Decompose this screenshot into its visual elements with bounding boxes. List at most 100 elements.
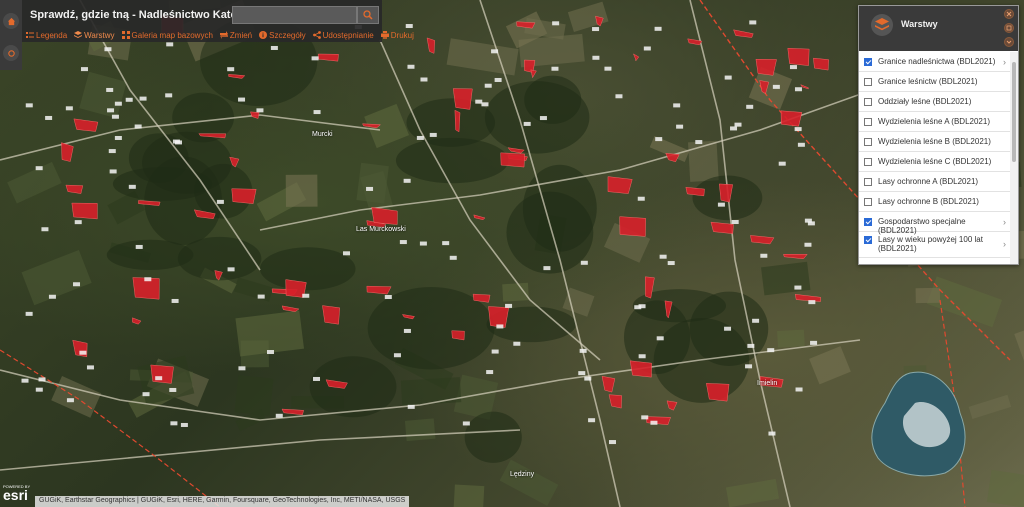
layer-checkbox[interactable]: [864, 78, 872, 86]
stand-marker: [615, 94, 623, 99]
basemap-gallery-icon: [121, 31, 130, 39]
layers-panel-title: Warstwy: [901, 19, 938, 29]
stand-marker: [238, 366, 246, 371]
field-patch: [777, 329, 805, 348]
stand-marker: [366, 186, 374, 191]
layer-checkbox[interactable]: [864, 118, 872, 126]
stand-marker: [166, 42, 174, 47]
stand-marker: [643, 46, 651, 51]
layer-item[interactable]: Gospodarstwo specjalne (BDL2021) ›: [859, 212, 1010, 235]
logging-area: [787, 47, 810, 66]
layers-button[interactable]: Warstwy: [74, 31, 115, 40]
layer-checkbox[interactable]: [864, 158, 872, 166]
legend-label: Legenda: [36, 30, 68, 40]
details-button[interactable]: Szczegóły: [259, 31, 306, 40]
stand-marker: [724, 326, 732, 331]
stand-marker: [491, 49, 499, 54]
field-patch: [234, 375, 274, 416]
logging-area: [780, 110, 803, 127]
logging-area: [710, 221, 734, 234]
stand-marker: [142, 392, 150, 397]
layer-checkbox[interactable]: [864, 218, 872, 226]
basemap-gallery-button[interactable]: Galeria map bazowych: [121, 31, 213, 40]
logging-area: [783, 253, 808, 260]
layer-item[interactable]: Granice leśnictw (BDL2021): [859, 72, 1010, 92]
legend-button[interactable]: Legenda: [26, 31, 67, 40]
share-icon: [312, 31, 321, 39]
search-input[interactable]: [232, 6, 357, 24]
share-button[interactable]: Udostępnianie: [312, 31, 374, 40]
place-label-murcki: Murcki: [312, 131, 333, 138]
stand-marker: [108, 149, 116, 154]
logging-area: [366, 285, 392, 295]
stand-marker: [125, 97, 133, 102]
chevron-right-icon[interactable]: ›: [1003, 239, 1006, 249]
stand-marker: [539, 116, 547, 121]
field-patch: [51, 375, 102, 418]
layer-item[interactable]: Lasy w wieku powyżej 100 lat (BDL2021) ›: [859, 232, 1010, 258]
layer-item[interactable]: Lasy ochronne B (BDL2021): [859, 192, 1010, 212]
layer-checkbox[interactable]: [864, 138, 872, 146]
print-button[interactable]: Drukuj: [380, 30, 414, 40]
chevron-right-icon[interactable]: ›: [1003, 217, 1006, 227]
chevron-right-icon[interactable]: ›: [1003, 57, 1006, 67]
print-label: Drukuj: [390, 30, 414, 40]
logging-area: [500, 152, 525, 168]
stand-marker: [74, 220, 82, 225]
layer-checkbox[interactable]: [864, 178, 872, 186]
stand-marker: [484, 83, 492, 88]
layer-list-scrollbar[interactable]: [1010, 52, 1018, 264]
layer-item[interactable]: Wydzielenia leśne C (BDL2021): [859, 152, 1010, 172]
stand-marker: [144, 277, 152, 282]
stand-marker: [475, 99, 483, 104]
panel-close-button[interactable]: [1004, 9, 1014, 19]
layer-item[interactable]: Wydzielenia leśne A (BDL2021): [859, 112, 1010, 132]
swap-button[interactable]: Zmień: [219, 31, 252, 40]
left-rail: [0, 0, 22, 70]
stand-marker: [695, 140, 703, 145]
panel-maximize-button[interactable]: [1004, 23, 1014, 33]
stand-marker: [442, 241, 450, 246]
layer-checkbox[interactable]: [864, 198, 872, 206]
stand-marker: [41, 227, 49, 232]
stand-marker: [25, 311, 33, 316]
logging-area: [150, 364, 174, 384]
layer-item[interactable]: Oddziały leśne (BDL2021): [859, 92, 1010, 112]
stand-marker: [104, 47, 112, 52]
stand-marker: [543, 266, 551, 271]
stand-marker: [238, 97, 246, 102]
logging-area: [794, 294, 821, 302]
logging-area: [250, 111, 260, 119]
panel-collapse-button[interactable]: [1004, 37, 1014, 47]
layer-item[interactable]: Wydzielenia leśne B (BDL2021): [859, 132, 1010, 152]
layer-item[interactable]: Granice nadleśnictwa (BDL2021) ›: [859, 52, 1010, 72]
logging-area: [281, 305, 300, 312]
layer-item[interactable]: Lasy ochronne A (BDL2021): [859, 172, 1010, 192]
stand-marker: [794, 127, 802, 132]
scrollbar-thumb[interactable]: [1012, 62, 1016, 162]
locate-button[interactable]: [3, 45, 19, 61]
home-button[interactable]: [3, 13, 19, 29]
stand-marker: [584, 376, 592, 381]
stand-marker: [650, 420, 658, 425]
layer-checkbox[interactable]: [864, 98, 872, 106]
layer-checkbox[interactable]: [864, 236, 872, 244]
stand-marker: [86, 365, 94, 370]
stand-marker: [795, 387, 803, 392]
stand-marker: [481, 102, 489, 107]
close-icon: [1006, 11, 1012, 17]
search-button[interactable]: [357, 6, 379, 24]
stand-marker: [403, 328, 411, 333]
logging-area: [619, 216, 646, 237]
stand-marker: [21, 378, 29, 383]
stand-marker: [551, 66, 559, 71]
logging-area: [666, 400, 678, 411]
stand-marker: [608, 440, 616, 445]
swap-icon: [219, 31, 228, 39]
stand-marker: [772, 84, 780, 89]
stand-marker: [311, 56, 319, 61]
stand-marker: [794, 285, 802, 290]
stand-marker: [134, 124, 142, 129]
stand-marker: [673, 103, 681, 108]
layer-checkbox[interactable]: [864, 58, 872, 66]
